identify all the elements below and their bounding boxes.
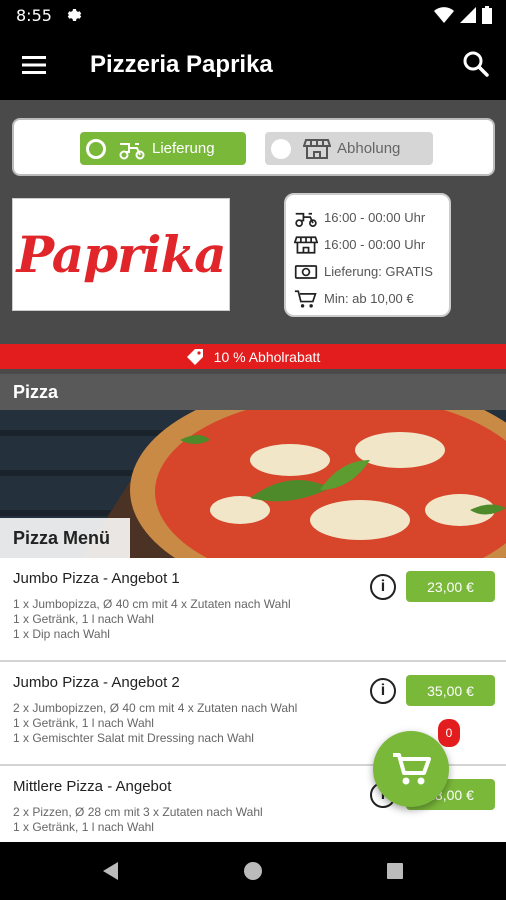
pickup-hours-row: 16:00 - 00:00 Uhr [294, 231, 441, 258]
delivery-scooter-icon [295, 212, 317, 227]
pickup-hours: 16:00 - 00:00 Uhr [324, 237, 426, 252]
main-content: Lieferung Abholung Paprika 16:00 - 00:00… [0, 100, 506, 842]
info-icon[interactable]: i [370, 574, 396, 600]
cell-signal-icon [460, 7, 476, 23]
status-bar: 8:55 [0, 0, 506, 30]
logo-wordmark: Paprika [16, 225, 227, 284]
restaurant-info-card: 16:00 - 00:00 Uhr 16:00 - 00:00 Uhr Lief… [284, 193, 451, 317]
settings-gear-icon [67, 9, 82, 21]
banknote-icon [294, 264, 318, 279]
discount-text: 10 % Abholrabatt [213, 348, 321, 365]
system-nav-bar [0, 842, 506, 900]
menu-item-desc-line: 1 x Dip nach Wahl [13, 627, 110, 641]
order-mode-toggle: Lieferung Abholung [12, 118, 495, 176]
delivery-fee: Lieferung: GRATIS [324, 264, 433, 279]
search-icon[interactable] [460, 48, 492, 80]
category-title: Pizza [13, 382, 59, 402]
delivery-scooter-icon [119, 142, 145, 159]
shopping-cart-icon [393, 753, 431, 785]
recents-icon[interactable] [384, 860, 406, 882]
wifi-icon [434, 7, 454, 23]
menu-item-desc-line: 1 x Getränk, 1 l nach Wahl [13, 820, 154, 834]
menu-item-desc-line: 1 x Getränk, 1 l nach Wahl [13, 612, 154, 626]
delivery-fee-row: Lieferung: GRATIS [294, 258, 441, 285]
subcategory-label: Pizza Menü [0, 518, 130, 558]
store-icon [303, 138, 331, 159]
price-button[interactable]: 23,00 € [406, 571, 495, 602]
radio-unselected-icon [271, 138, 291, 159]
delivery-hours-row: 16:00 - 00:00 Uhr [294, 204, 441, 231]
shopping-cart-icon [294, 289, 317, 308]
menu-item-desc-line: 1 x Getränk, 1 l nach Wahl [13, 716, 154, 730]
pickup-mode-label: Abholung [337, 140, 401, 157]
app-title: Pizzeria Paprika [90, 51, 273, 78]
category-banner-image: Pizza Menü [0, 410, 506, 558]
minimum-order-row: Min: ab 10,00 € [294, 285, 441, 312]
hamburger-menu-icon[interactable] [18, 50, 50, 80]
category-header: Pizza [0, 374, 506, 410]
info-icon[interactable]: i [370, 678, 396, 704]
radio-selected-icon [86, 138, 106, 159]
menu-item[interactable]: Jumbo Pizza - Angebot 1 1 x Jumbopizza, … [0, 558, 506, 662]
cart-count-badge: 0 [438, 719, 460, 747]
price-tag-icon [186, 348, 203, 365]
home-icon[interactable] [242, 860, 264, 882]
delivery-hours: 16:00 - 00:00 Uhr [324, 210, 426, 225]
restaurant-logo: Paprika [12, 198, 230, 311]
back-icon[interactable] [100, 860, 122, 882]
cart-button[interactable] [373, 731, 449, 807]
delivery-mode-label: Lieferung [152, 140, 215, 157]
status-time: 8:55 [16, 6, 52, 25]
battery-icon [482, 6, 492, 24]
price-button[interactable]: 35,00 € [406, 675, 495, 706]
pickup-mode-button[interactable]: Abholung [265, 132, 433, 165]
store-icon [294, 235, 318, 254]
pickup-discount-banner: 10 % Abholrabatt [0, 344, 506, 369]
minimum-order: Min: ab 10,00 € [324, 291, 414, 306]
menu-item-description: 1 x Jumbopizza, Ø 40 cm mit 4 x Zutaten … [13, 597, 493, 642]
delivery-mode-button[interactable]: Lieferung [80, 132, 246, 165]
app-bar: Pizzeria Paprika [0, 30, 506, 100]
